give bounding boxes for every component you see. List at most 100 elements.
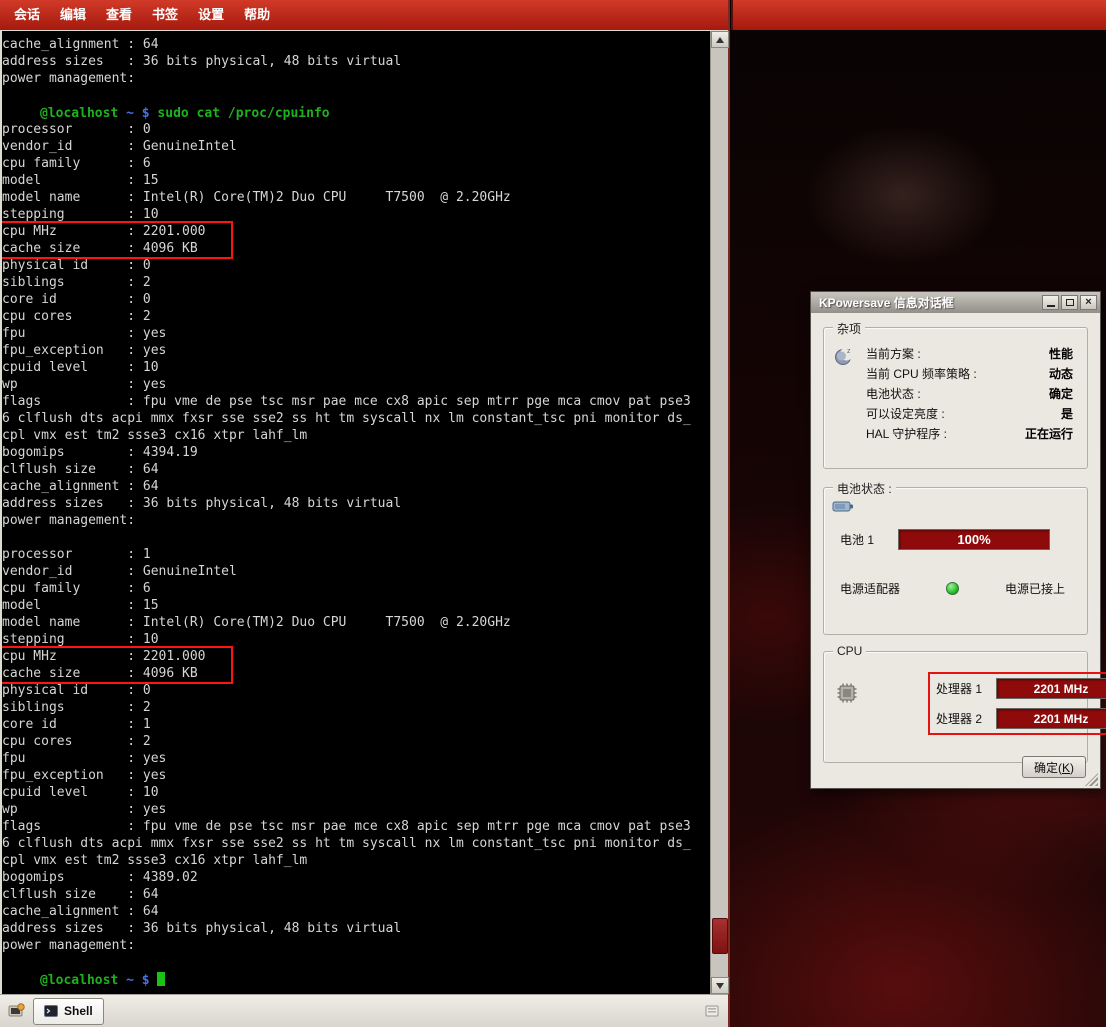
terminal-line: core id : 1: [2, 716, 710, 733]
info-value: 确定: [1049, 384, 1073, 404]
ok-label-end: ): [1070, 761, 1074, 775]
group-battery-title: 电池状态 :: [833, 480, 896, 497]
battery-row: 电池 1 100%: [840, 529, 1075, 550]
maximize-icon: [1066, 299, 1074, 306]
menu-item-1[interactable]: 会话: [4, 0, 50, 30]
terminal-line: power management:: [2, 937, 710, 954]
info-label: 可以设定亮度 :: [866, 404, 945, 424]
kpowersave-dialog: KPowersave 信息对话框 × 杂项 z 当前方案 :性能当前 CPU 频…: [810, 291, 1101, 789]
terminal-cursor: [157, 972, 165, 986]
scroll-up-button[interactable]: [711, 31, 729, 48]
minimize-button[interactable]: [1042, 295, 1059, 310]
terminal-line: [2, 954, 710, 971]
resize-grip[interactable]: [1085, 773, 1098, 786]
ok-button[interactable]: 确定(K): [1022, 756, 1086, 778]
terminal-line: cpu MHz : 2201.000: [2, 223, 231, 240]
processor-label: 处理器 1: [936, 680, 990, 697]
group-misc: 杂项 z 当前方案 :性能当前 CPU 频率策略 :动态电池状态 :确定可以设定…: [823, 327, 1088, 469]
cpu-row: 处理器 22201 MHz: [936, 708, 1106, 729]
terminal-line: model : 15: [2, 172, 710, 189]
terminal-line: processor : 1: [2, 546, 710, 563]
battery-level-bar: 100%: [898, 529, 1050, 550]
terminal-line: processor : 0: [2, 121, 710, 138]
group-battery: 电池状态 : 电池 1 100% 电源适配器 电源已接上: [823, 487, 1088, 635]
terminal-line: cpu MHz : 2201.000: [2, 648, 231, 665]
terminal-window: 会话编辑查看书签设置帮助 cache_alignment : 64address…: [0, 0, 730, 1027]
prompt-command: sudo cat /proc/cpuinfo: [157, 106, 329, 121]
terminal-line: address sizes : 36 bits physical, 48 bit…: [2, 495, 710, 512]
tab-shell[interactable]: Shell: [33, 998, 104, 1025]
arrow-up-icon: [716, 37, 724, 43]
terminal-line: model : 15: [2, 597, 710, 614]
menu-item-3[interactable]: 查看: [96, 0, 142, 30]
terminal-line: fpu_exception : yes: [2, 342, 710, 359]
terminal-line: siblings : 2: [2, 699, 710, 716]
terminal-line: fpu : yes: [2, 325, 710, 342]
info-value: 动态: [1049, 364, 1073, 384]
terminal-line: cache_alignment : 64: [2, 478, 710, 495]
menu-bar: 会话编辑查看书签设置帮助: [0, 0, 728, 30]
kpowersave-icon: z: [832, 344, 856, 368]
group-misc-title: 杂项: [833, 320, 865, 337]
annotation-highlight-box: cpu MHz : 2201.000cache size : 4096 KB: [2, 648, 231, 682]
minimize-icon: [1047, 305, 1055, 307]
scroll-down-button[interactable]: [711, 977, 729, 994]
tab-bar: Shell: [0, 994, 728, 1027]
group-cpu: CPU 处理器 12201 MHz处理器 22201 MHz: [823, 651, 1088, 763]
terminal-line: clflush size : 64: [2, 886, 710, 903]
close-button[interactable]: ×: [1080, 295, 1097, 310]
session-list-button[interactable]: [700, 999, 724, 1023]
redacted-username: [2, 104, 40, 117]
info-label: 当前方案 :: [866, 344, 921, 364]
terminal-line: [2, 87, 710, 104]
terminal-line: cpuid level : 10: [2, 359, 710, 376]
terminal-prompt-line: @localhost ~ $ sudo cat /proc/cpuinfo: [2, 104, 710, 121]
adapter-status: 电源已接上: [1005, 580, 1065, 597]
terminal-line: wp : yes: [2, 376, 710, 393]
new-session-button[interactable]: [4, 999, 28, 1023]
scrollbar-thumb[interactable]: [712, 918, 728, 954]
menu-item-2[interactable]: 编辑: [50, 0, 96, 30]
battery-icon: [832, 498, 854, 514]
terminal-line: 6 clflush dts acpi mmx fxsr sse sse2 ss …: [2, 835, 710, 852]
ok-accel: K: [1062, 761, 1070, 775]
terminal-scrollbar[interactable]: [710, 31, 728, 994]
terminal-line: bogomips : 4394.19: [2, 444, 710, 461]
terminal-line: wp : yes: [2, 801, 710, 818]
terminal-line: clflush size : 64: [2, 461, 710, 478]
battery-name: 电池 1: [840, 531, 894, 548]
terminal-line: cpu cores : 2: [2, 308, 710, 325]
info-label: 电池状态 :: [866, 384, 921, 404]
cpu-row: 处理器 12201 MHz: [936, 678, 1106, 699]
background-window-titlebar: [731, 0, 1106, 30]
menu-item-4[interactable]: 书签: [142, 0, 188, 30]
menu-item-5[interactable]: 设置: [188, 0, 234, 30]
terminal-line: [2, 529, 710, 546]
terminal-line: cpu family : 6: [2, 155, 710, 172]
terminal-screen[interactable]: cache_alignment : 64address sizes : 36 b…: [2, 31, 710, 994]
terminal-line: vendor_id : GenuineIntel: [2, 138, 710, 155]
tab-label: Shell: [64, 1004, 93, 1018]
terminal-line: model name : Intel(R) Core(TM)2 Duo CPU …: [2, 614, 710, 631]
adapter-label: 电源适配器: [840, 580, 900, 597]
terminal-line: cache size : 4096 KB: [2, 665, 231, 682]
terminal-line: vendor_id : GenuineIntel: [2, 563, 710, 580]
menu-item-6[interactable]: 帮助: [234, 0, 280, 30]
terminal-line: fpu_exception : yes: [2, 767, 710, 784]
info-row: 可以设定亮度 :是: [866, 404, 1073, 424]
battery-level-text: 100%: [957, 532, 990, 547]
maximize-button[interactable]: [1061, 295, 1078, 310]
terminal-line: stepping : 10: [2, 206, 710, 223]
terminal-line: address sizes : 36 bits physical, 48 bit…: [2, 920, 710, 937]
terminal-line: cpl vmx est tm2 ssse3 cx16 xtpr lahf_lm: [2, 852, 710, 869]
terminal-line: flags : fpu vme de pse tsc msr pae mce c…: [2, 818, 710, 835]
info-row: 当前 CPU 频率策略 :动态: [866, 364, 1073, 384]
svg-text:z: z: [847, 348, 851, 355]
info-row: HAL 守护程序 :正在运行: [866, 424, 1073, 444]
info-row: 电池状态 : 确定: [866, 384, 1073, 404]
info-value: 正在运行: [1025, 424, 1073, 444]
dialog-titlebar[interactable]: KPowersave 信息对话框 ×: [811, 292, 1100, 313]
terminal-line: cpl vmx est tm2 ssse3 cx16 xtpr lahf_lm: [2, 427, 710, 444]
close-icon: ×: [1085, 297, 1091, 308]
terminal-line: siblings : 2: [2, 274, 710, 291]
